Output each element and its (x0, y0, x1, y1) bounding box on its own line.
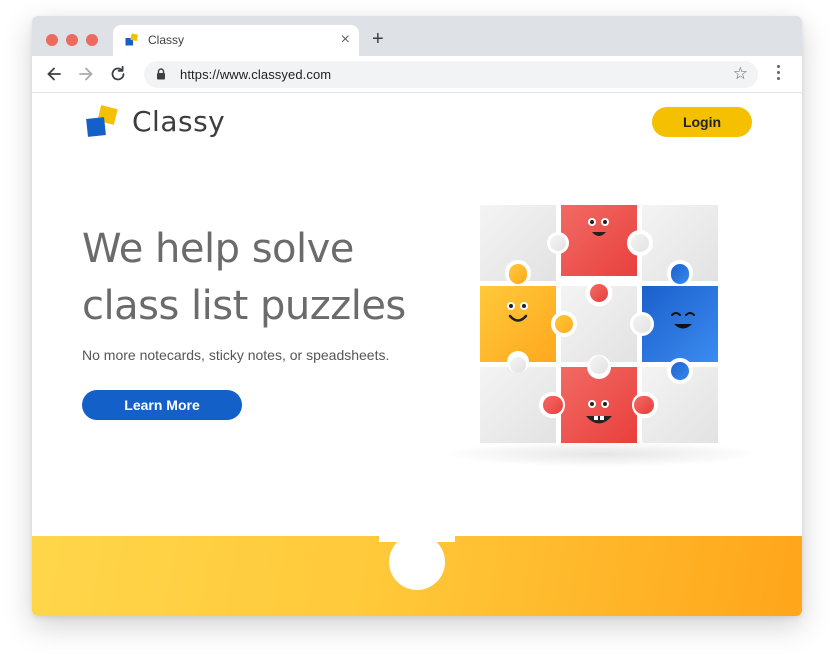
arrow-right-icon[interactable] (76, 64, 96, 84)
tab-bar: Classy × + (32, 16, 802, 56)
web-page: Classy Login We help solve class list pu… (32, 93, 802, 616)
hero-headline: We help solve class list puzzles (82, 226, 406, 329)
footer-band (32, 534, 802, 616)
puzzle-illustration (480, 205, 718, 443)
close-window-button[interactable] (46, 34, 58, 46)
puzzle-piece-red-bottom (539, 355, 658, 443)
hero-subline: No more notecards, sticky notes, or spea… (82, 347, 390, 363)
maximize-window-button[interactable] (86, 34, 98, 46)
learn-more-button[interactable]: Learn More (82, 390, 242, 420)
arrow-left-icon[interactable] (44, 64, 64, 84)
star-icon[interactable]: ☆ (733, 65, 748, 83)
lock-icon (157, 68, 165, 80)
tab-close-icon[interactable]: × (341, 30, 350, 50)
browser-toolbar: https://www.classyed.com ☆ (32, 56, 802, 93)
new-tab-button[interactable]: + (372, 28, 384, 50)
address-bar[interactable]: https://www.classyed.com ☆ (144, 61, 758, 88)
tab-title: Classy (148, 33, 185, 47)
classy-favicon-icon (125, 33, 139, 46)
minimize-window-button[interactable] (66, 34, 78, 46)
reload-icon[interactable] (108, 64, 128, 84)
url-text[interactable]: https://www.classyed.com (180, 67, 331, 82)
footer-puzzle-notch (389, 534, 445, 590)
browser-tab[interactable]: Classy × (113, 25, 359, 56)
browser-window: Classy × + https://www.classyed.com ☆ Cl… (32, 16, 802, 616)
login-button[interactable]: Login (652, 107, 752, 137)
kebab-menu-icon[interactable] (777, 65, 781, 83)
brand-name[interactable]: Classy (132, 105, 225, 138)
classy-logo-icon (86, 105, 118, 137)
